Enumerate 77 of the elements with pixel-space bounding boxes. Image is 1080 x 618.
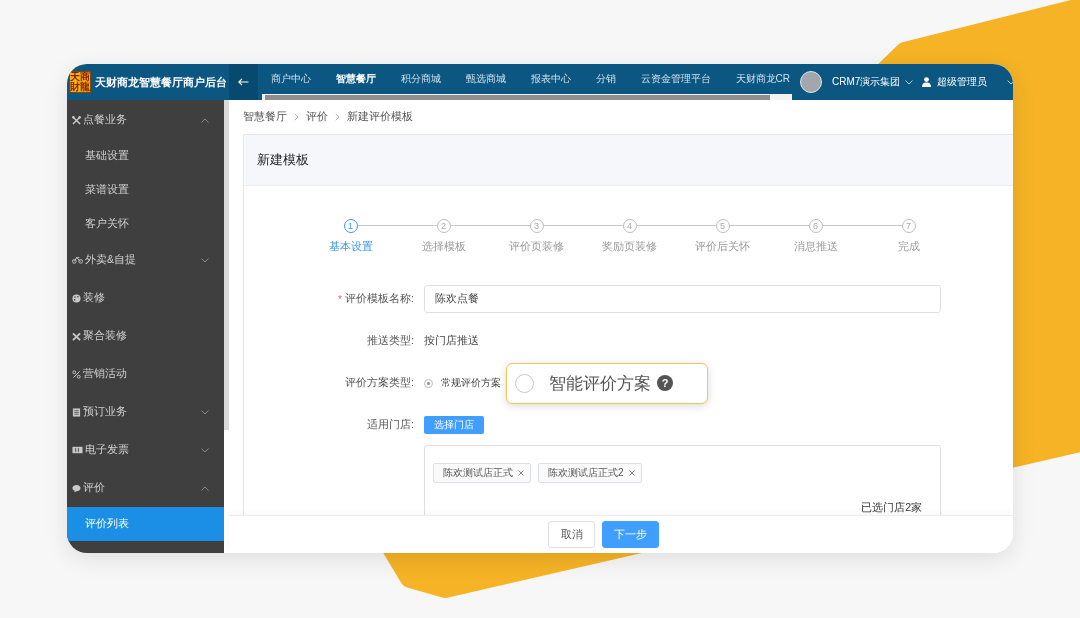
field-label: 评价模板名称: bbox=[345, 292, 414, 306]
user-menu[interactable]: 超级管理员 bbox=[922, 64, 1013, 100]
palette-icon bbox=[72, 293, 81, 303]
help-icon[interactable]: ? bbox=[657, 375, 673, 391]
step-circle: 6 bbox=[808, 218, 823, 233]
sidebar-item[interactable]: 评价 bbox=[67, 469, 224, 507]
breadcrumb-item[interactable]: 评价 bbox=[306, 110, 328, 124]
nav-tab[interactable]: 智慧餐厅 bbox=[323, 72, 388, 86]
card-title: 新建模板 bbox=[257, 151, 309, 169]
avatar[interactable] bbox=[800, 71, 822, 93]
back-arrow-icon bbox=[238, 78, 249, 86]
field-label: 适用门店: bbox=[367, 418, 414, 432]
step-circle: 2 bbox=[436, 218, 451, 233]
cancel-button[interactable]: 取消 bbox=[548, 521, 595, 548]
field-label: 评价方案类型: bbox=[345, 376, 414, 390]
selected-count: 已选门店2家 bbox=[861, 501, 922, 515]
step-circle: 4 bbox=[622, 218, 637, 233]
sidebar-subitem[interactable]: 基础设置 bbox=[67, 139, 224, 173]
step-circle: 1 bbox=[343, 218, 358, 233]
chat-icon bbox=[72, 483, 81, 493]
percent-icon bbox=[72, 369, 81, 379]
required-mark: * bbox=[338, 293, 343, 305]
field-value: 按门店推送 bbox=[424, 334, 479, 348]
organization-dropdown[interactable]: CRM7演示集团 bbox=[832, 64, 914, 100]
scrollbar-track[interactable] bbox=[224, 100, 229, 553]
sidebar-item[interactable]: 预订业务 bbox=[67, 393, 224, 431]
bicycle-icon bbox=[72, 256, 83, 264]
step-label: 奖励页装修 bbox=[602, 240, 657, 254]
nav-tab[interactable]: 甄选商城 bbox=[453, 72, 518, 86]
sidebar-item[interactable]: 点餐业务 bbox=[67, 101, 224, 139]
step-label: 评价页装修 bbox=[509, 240, 564, 254]
sidebar-item[interactable]: 聚合装修 bbox=[67, 317, 224, 355]
sidebar-item[interactable]: 电子发票 bbox=[67, 431, 224, 469]
breadcrumb-item[interactable]: 智慧餐厅 bbox=[243, 110, 287, 124]
utensils-icon bbox=[72, 115, 81, 125]
step-label: 消息推送 bbox=[793, 240, 838, 254]
nav-tab[interactable]: 分销 bbox=[583, 72, 628, 86]
nav-tab[interactable]: 报表中心 bbox=[518, 72, 583, 86]
radio-label[interactable]: 常规评价方案 bbox=[441, 376, 501, 390]
step-circle: 3 bbox=[529, 218, 544, 233]
caret-icon bbox=[905, 79, 914, 85]
back-button[interactable] bbox=[229, 64, 258, 100]
nav-tab[interactable]: 商户中心 bbox=[258, 72, 323, 86]
nav-tab[interactable]: 积分商城 bbox=[388, 72, 453, 86]
sidebar-item[interactable]: 装修 bbox=[67, 279, 224, 317]
tools-icon bbox=[72, 331, 81, 341]
nav-tab[interactable]: 天财商龙CR bbox=[723, 72, 790, 86]
store-tag[interactable]: 陈欢测试店正式2 bbox=[538, 463, 642, 483]
sidebar-item[interactable]: 营销活动 bbox=[67, 355, 224, 393]
radio-button[interactable] bbox=[515, 373, 534, 393]
step-label: 评价后关怀 bbox=[695, 240, 750, 254]
breadcrumb-item[interactable]: 新建评价模板 bbox=[347, 110, 413, 124]
store-tag[interactable]: 陈欢测试店正式 bbox=[433, 463, 531, 483]
step-circle: 7 bbox=[901, 218, 916, 233]
chevron-icon bbox=[294, 113, 299, 121]
chevron-icon bbox=[335, 113, 340, 121]
close-icon[interactable] bbox=[518, 470, 524, 476]
input-field[interactable]: 陈欢点餐 bbox=[424, 285, 941, 313]
step-circle: 5 bbox=[715, 218, 730, 233]
logo: 天財 商龍 bbox=[69, 71, 91, 93]
notebook-icon bbox=[72, 407, 81, 417]
sidebar-subitem[interactable]: 客户关怀 bbox=[67, 207, 224, 241]
caret-icon bbox=[1007, 79, 1013, 85]
nav-tab[interactable]: 云资金管理平台 bbox=[628, 72, 723, 86]
scrollbar-thumb[interactable] bbox=[224, 100, 229, 430]
sidebar-subitem[interactable]: 菜谱设置 bbox=[67, 173, 224, 207]
step-label: 完成 bbox=[897, 240, 920, 254]
radio-button[interactable] bbox=[424, 378, 433, 388]
radio-label[interactable]: 智能评价方案 bbox=[549, 371, 651, 395]
app-title: 天财商龙智慧餐厅商户后台 bbox=[95, 74, 227, 90]
ticket-icon bbox=[72, 446, 83, 454]
step-label: 基本设置 bbox=[328, 240, 373, 254]
sidebar-item[interactable]: 外卖&自提 bbox=[67, 241, 224, 279]
field-label: 推送类型: bbox=[367, 334, 414, 348]
user-icon bbox=[922, 77, 932, 87]
step-label: 选择模板 bbox=[421, 240, 466, 254]
close-icon[interactable] bbox=[628, 470, 635, 476]
